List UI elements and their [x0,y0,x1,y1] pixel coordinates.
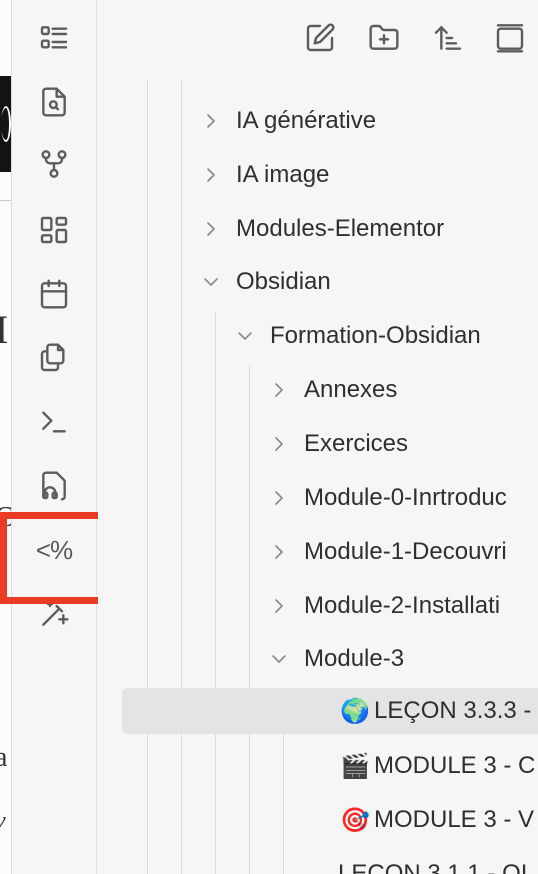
collapse-all-button[interactable] [492,20,528,56]
folder-ia-generative[interactable]: IA générative [202,98,376,144]
folder-module-2[interactable]: Module-2-Installati [270,583,500,629]
folder-modules-elementor[interactable]: Modules-Elementor [202,206,444,252]
chevron-right-icon [202,98,236,144]
background-document-edge: I C f a v [0,0,11,874]
target-emoji-icon: 🎯 [340,806,370,834]
clapperboard-emoji-icon: 🎬 [340,752,370,780]
indent-guide [147,80,148,874]
canvas-button[interactable] [36,212,72,248]
folder-label: Annexes [304,376,398,403]
document-image-fragment [0,76,11,172]
folder-label: Module-3 [304,645,405,672]
indent-guide [181,80,182,874]
indent-guide [249,366,250,874]
command-palette-button[interactable] [36,404,72,440]
sort-ascending-icon [434,26,462,50]
file-label: LEÇON 3.3.3 - [374,697,532,724]
copy-icon [40,343,65,372]
folder-formation-obsidian[interactable]: Formation-Obsidian [236,313,481,359]
panel-icon [496,24,524,53]
daily-notes-button[interactable] [36,276,72,312]
file-row[interactable]: 🎬 MODULE 3 - C [338,743,535,789]
folder-label: Module-2-Installati [304,592,501,619]
highlight-annotation [0,512,108,604]
file-row[interactable]: 🎯 MODULE 3 - V [338,797,534,843]
list-bullets-icon [40,26,68,49]
folder-label: Module-0-Inrtroduc [304,484,507,511]
file-label: MODULE 3 - C [374,752,536,779]
indent-guide [215,312,216,874]
file-search-icon [42,87,66,117]
folder-label: Module-1-Decouvri [304,538,507,565]
file-row-active[interactable]: 🌍 LEÇON 3.3.3 - [122,688,538,734]
folder-label: IA générative [236,107,377,134]
chevron-right-icon [202,152,236,198]
edit-icon [306,23,335,52]
quick-switcher-button[interactable] [36,20,72,56]
file-row[interactable]: LEÇON 3.1.1 - OI [338,851,527,874]
chevron-down-icon [270,636,304,682]
chevron-right-icon [202,206,236,252]
folder-module-3[interactable]: Module-3 [270,636,404,682]
folder-label: Modules-Elementor [236,215,445,242]
file-explorer: IA générative IA image Modules-Elementor… [98,0,538,874]
left-ribbon: <% [11,0,97,874]
layout-dashboard-icon [40,216,68,244]
chevron-right-icon [270,475,304,521]
explorer-toolbar [98,0,538,78]
new-folder-button[interactable] [366,20,402,56]
git-fork-icon [41,150,67,178]
audio-recorder-button[interactable] [36,468,72,504]
templates-button[interactable] [36,340,72,376]
terminal-icon [42,411,66,433]
folder-plus-icon [369,24,399,50]
folder-exercices[interactable]: Exercices [270,421,408,467]
chevron-right-icon [270,529,304,575]
globe-emoji-icon: 🌍 [340,697,370,725]
headphones-icon [42,471,66,501]
folder-obsidian[interactable]: Obsidian [202,259,331,305]
file-label: MODULE 3 - V [374,806,535,833]
file-label: LEÇON 3.1.1 - OI [338,860,528,874]
folder-ia-image[interactable]: IA image [202,152,329,198]
new-note-button[interactable] [302,20,338,56]
graph-view-button[interactable] [36,146,72,182]
calendar-icon [40,279,68,309]
chevron-down-icon [202,259,236,305]
folder-label: Obsidian [236,268,331,295]
sort-button[interactable] [430,20,466,56]
chevron-down-icon [236,313,270,359]
folder-label: Exercices [304,430,409,457]
folder-label: IA image [236,161,330,188]
chevron-right-icon [270,583,304,629]
folder-module-0[interactable]: Module-0-Inrtroduc [270,475,507,521]
folder-annexes[interactable]: Annexes [270,367,397,413]
folder-module-1[interactable]: Module-1-Decouvri [270,529,507,575]
chevron-right-icon [270,367,304,413]
folder-label: Formation-Obsidian [270,322,481,349]
chevron-right-icon [270,421,304,467]
search-button[interactable] [36,84,72,120]
